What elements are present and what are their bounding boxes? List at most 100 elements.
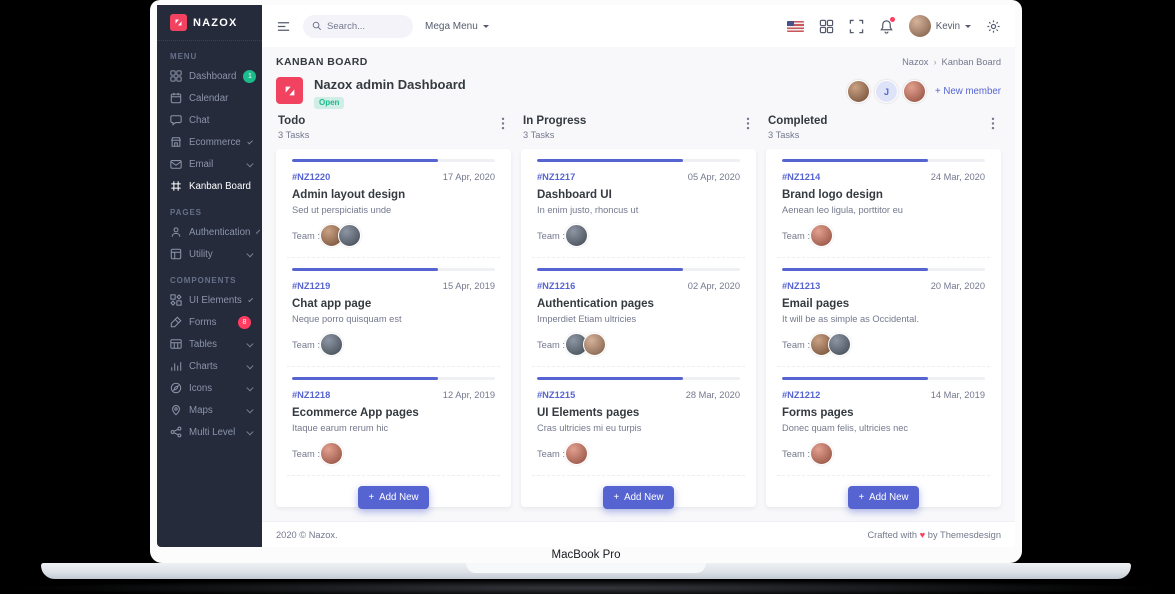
task-id-link[interactable]: #NZ1213 xyxy=(782,281,820,291)
assignee-avatar[interactable] xyxy=(564,224,588,247)
notifications-button[interactable] xyxy=(879,16,895,34)
sidebar-item-ecommerce[interactable]: Ecommerce xyxy=(157,131,262,153)
sidebar-item-ui-elements[interactable]: UI Elements xyxy=(157,289,262,311)
assignee-avatar[interactable] xyxy=(809,224,833,247)
assignee-avatar[interactable] xyxy=(809,442,833,465)
task-card[interactable]: #NZ1218 12 Apr, 2019 Ecommerce App pages… xyxy=(287,377,500,476)
sidebar-item-maps[interactable]: Maps xyxy=(157,399,262,421)
sidebar-item-charts[interactable]: Charts xyxy=(157,355,262,377)
sidebar-item-chat[interactable]: Chat xyxy=(157,109,262,131)
language-flag-icon[interactable] xyxy=(786,20,804,32)
column-menu-button[interactable] xyxy=(742,115,754,137)
column-title: Todo xyxy=(278,115,306,127)
sidebar-item-label: UI Elements xyxy=(189,294,242,306)
sidebar-item-kanban-board[interactable]: Kanban Board xyxy=(157,175,262,197)
kebab-icon xyxy=(501,117,505,130)
caret-down-icon xyxy=(965,24,971,31)
task-id-link[interactable]: #NZ1212 xyxy=(782,390,820,400)
team-label: Team : xyxy=(292,339,320,350)
chevron-down-icon xyxy=(248,296,253,302)
team-member-avatar[interactable] xyxy=(847,80,871,103)
menu-toggle-button[interactable] xyxy=(276,19,291,34)
sidebar-item-calendar[interactable]: Calendar xyxy=(157,87,262,109)
column-menu-button[interactable] xyxy=(497,115,509,137)
task-card[interactable]: #NZ1215 28 Mar, 2020 UI Elements pages C… xyxy=(532,377,745,476)
task-card[interactable]: #NZ1216 02 Apr, 2020 Authentication page… xyxy=(532,268,745,367)
footer-credit: Crafted with ♥ by Themesdesign xyxy=(867,529,1001,540)
footer: 2020 © Nazox. Crafted with ♥ by Themesde… xyxy=(262,521,1015,547)
sidebar-item-utility[interactable]: Utility xyxy=(157,243,262,265)
sidebar-item-authentication[interactable]: Authentication xyxy=(157,221,262,243)
macbook-mockup: NAZOX MENU Dashboard 1 Calendar Chat Eco… xyxy=(0,0,1175,594)
page-content: KANBAN BOARD Nazox › Kanban Board Nazox … xyxy=(262,47,1015,521)
user-menu[interactable]: Kevin xyxy=(908,15,971,37)
task-id-link[interactable]: #NZ1216 xyxy=(537,281,575,291)
new-member-link[interactable]: + New member xyxy=(935,86,1001,97)
caret-down-icon xyxy=(482,24,489,31)
sidebar-item-label: Forms xyxy=(189,316,217,328)
task-progress xyxy=(782,377,985,380)
task-card[interactable]: #NZ1219 15 Apr, 2019 Chat app page Neque… xyxy=(287,268,500,367)
assignee-avatar[interactable] xyxy=(337,224,361,247)
task-date: 12 Apr, 2019 xyxy=(442,390,495,400)
apps-grid-button[interactable] xyxy=(819,19,834,34)
assignee-avatar[interactable] xyxy=(319,333,343,356)
sidebar-item-label: Icons xyxy=(189,382,213,394)
column-menu-button[interactable] xyxy=(987,115,999,137)
breadcrumb-home[interactable]: Nazox xyxy=(902,57,928,67)
task-title: Ecommerce App pages xyxy=(292,407,419,419)
task-card[interactable]: #NZ1220 17 Apr, 2020 Admin layout design… xyxy=(287,159,500,258)
task-id-link[interactable]: #NZ1218 xyxy=(292,390,330,400)
task-card[interactable]: #NZ1214 24 Mar, 2020 Brand logo design A… xyxy=(777,159,990,258)
fullscreen-button[interactable] xyxy=(849,19,864,34)
settings-button[interactable] xyxy=(986,19,1001,34)
assignee-avatar[interactable] xyxy=(319,442,343,465)
assignee-avatar[interactable] xyxy=(564,442,588,465)
sidebar-item-tables[interactable]: Tables xyxy=(157,333,262,355)
chevron-down-icon xyxy=(246,362,253,369)
sidebar-item-icons[interactable]: Icons xyxy=(157,377,262,399)
task-id-link[interactable]: #NZ1214 xyxy=(782,172,820,182)
sidebar-item-email[interactable]: Email xyxy=(157,153,262,175)
team-member-avatar[interactable] xyxy=(903,80,927,103)
task-id-link[interactable]: #NZ1220 xyxy=(292,172,330,182)
assignee-avatar[interactable] xyxy=(582,333,606,356)
search-box[interactable] xyxy=(303,14,413,38)
dashboard-icon xyxy=(170,70,182,82)
task-id-link[interactable]: #NZ1219 xyxy=(292,281,330,291)
chevron-down-icon xyxy=(246,340,253,347)
sidebar-item-label: Ecommerce xyxy=(189,136,241,148)
task-id-link[interactable]: #NZ1217 xyxy=(537,172,575,182)
team-member-avatar[interactable]: J xyxy=(875,80,899,103)
task-description: Sed ut perspiciatis unde xyxy=(292,205,392,215)
kanban-column-todo: Todo 3 Tasks #NZ1220 17 Apr, 2020 Admin … xyxy=(276,112,511,521)
task-card[interactable]: #NZ1212 14 Mar, 2019 Forms pages Donec q… xyxy=(777,377,990,476)
sidebar-item-forms[interactable]: Forms 8 xyxy=(157,311,262,333)
brand-logo[interactable]: NAZOX xyxy=(157,5,262,41)
add-new-button[interactable]: + Add New xyxy=(847,486,920,509)
task-progress xyxy=(537,159,740,162)
footer-copyright: 2020 © Nazox. xyxy=(276,529,338,540)
search-input[interactable] xyxy=(327,20,399,32)
sidebar: NAZOX MENU Dashboard 1 Calendar Chat Eco… xyxy=(157,5,262,547)
sidebar-item-multi-level[interactable]: Multi Level xyxy=(157,421,262,443)
sidebar-item-dashboard[interactable]: Dashboard 1 xyxy=(157,65,262,87)
add-new-button[interactable]: + Add New xyxy=(357,486,430,509)
add-new-button[interactable]: + Add New xyxy=(602,486,675,509)
column-task-count: 3 Tasks xyxy=(278,130,310,140)
task-progress xyxy=(292,159,495,162)
assignee-avatar[interactable] xyxy=(827,333,851,356)
bar-chart-icon xyxy=(171,362,182,371)
project-logo-icon xyxy=(276,77,303,104)
mega-menu-dropdown[interactable]: Mega Menu xyxy=(425,21,489,32)
task-card[interactable]: #NZ1217 05 Apr, 2020 Dashboard UI In eni… xyxy=(532,159,745,258)
breadcrumb: Nazox › Kanban Board xyxy=(902,57,1001,67)
chevron-down-icon xyxy=(246,384,253,391)
task-date: 20 Mar, 2020 xyxy=(930,281,985,291)
task-card[interactable]: #NZ1213 20 Mar, 2020 Email pages It will… xyxy=(777,268,990,367)
task-description: In enim justo, rhoncus ut xyxy=(537,205,639,215)
task-id-link[interactable]: #NZ1215 xyxy=(537,390,575,400)
app-window: NAZOX MENU Dashboard 1 Calendar Chat Eco… xyxy=(157,5,1015,547)
ui-elements-icon xyxy=(170,294,182,306)
store-icon xyxy=(171,137,181,147)
